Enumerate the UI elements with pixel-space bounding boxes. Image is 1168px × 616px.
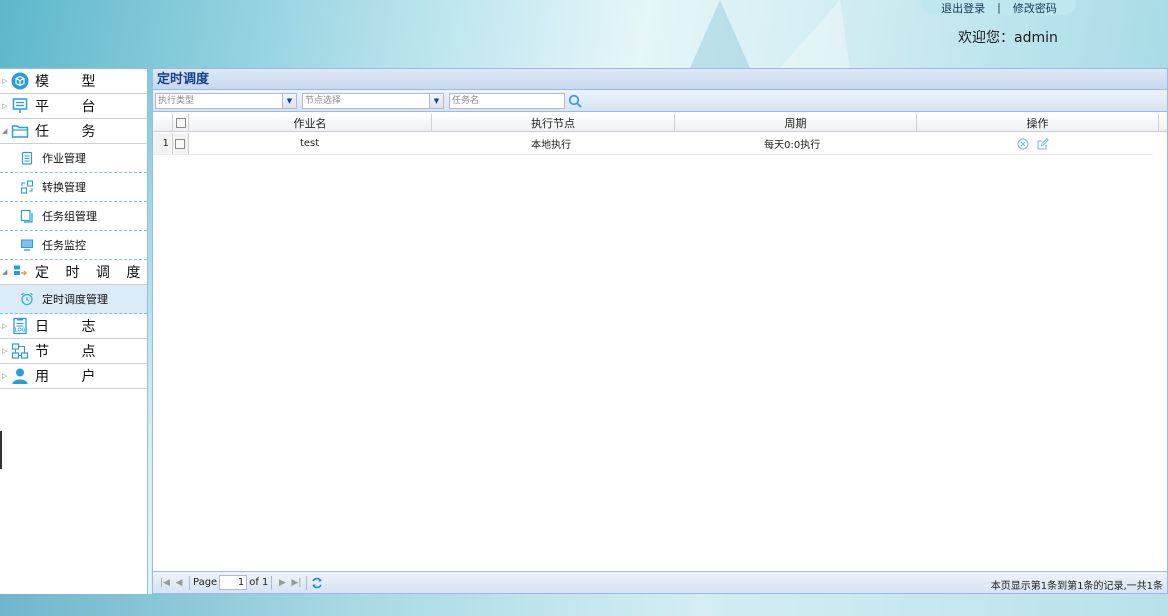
cell-operation: [912, 133, 1153, 154]
sidebar-item-label: 作业管理: [42, 152, 86, 165]
clipboard-icon: [20, 151, 34, 165]
page-label: Page: [193, 577, 218, 588]
sidebar-group-label: 节 点: [35, 344, 110, 360]
select-all-checkbox[interactable]: [175, 117, 186, 128]
node-icon: [11, 342, 29, 360]
pager-separator: [306, 575, 308, 590]
row-checkbox-cell: [172, 133, 189, 154]
filter-toolbar: 执行类型 ▼ 节点选择 ▼ 任务名: [153, 90, 1167, 112]
expanded-arrow-icon: ◢: [2, 268, 8, 276]
sidebar-item-transform-management[interactable]: 转换管理: [0, 173, 147, 202]
collapsed-arrow-icon: ▷: [2, 77, 8, 85]
row-number: 1: [153, 133, 173, 154]
next-page-icon[interactable]: ▶: [275, 576, 289, 590]
monitor-icon: [11, 97, 29, 115]
sidebar-item-label: 转换管理: [42, 181, 86, 194]
row-number-header: [153, 114, 173, 131]
sidebar-group-schedule[interactable]: ◢ 定 时 调 度: [0, 260, 147, 285]
node-select[interactable]: 节点选择 ▼: [302, 92, 444, 109]
cell-cycle: 每天0:0执行: [764, 140, 821, 151]
cell-job-name: test: [299, 138, 320, 149]
table-row[interactable]: 1 test 本地执行 每天0:0执行: [153, 133, 1153, 155]
expanded-arrow-icon: ◢: [2, 127, 8, 135]
node-select-placeholder: 节点选择: [305, 95, 342, 106]
cell-exec-node: 本地执行: [531, 140, 572, 151]
logout-link[interactable]: 退出登录: [941, 0, 985, 16]
delete-circle-icon[interactable]: [1017, 138, 1029, 150]
transform-icon: [20, 180, 34, 194]
prev-page-icon[interactable]: ◀: [172, 576, 186, 590]
banner-decoration: [690, 0, 750, 68]
panel-title: 定时调度: [153, 69, 1167, 90]
paging-status-text: 本页显示第1条到第1条的记录,一共1条: [990, 581, 1163, 592]
collapsed-arrow-icon: ▷: [2, 372, 8, 380]
link-separator: |: [997, 1, 1001, 14]
column-header-exec-node[interactable]: 执行节点: [432, 114, 675, 131]
schedule-panel: 定时调度 执行类型 ▼ 节点选择 ▼ 任务名 作业名 执行节点 周期 操作 1 …: [152, 68, 1168, 594]
welcome-text: 欢迎您：admin: [958, 30, 1058, 46]
sidebar-resize-handle[interactable]: [0, 431, 2, 469]
edit-icon[interactable]: [1037, 137, 1049, 150]
sidebar-group-log[interactable]: ▷ LOG 日 志: [0, 314, 147, 339]
sidebar-item-label: 任务监控: [42, 239, 86, 252]
collapsed-arrow-icon: ▷: [2, 102, 8, 110]
refresh-icon[interactable]: [310, 576, 324, 590]
sidebar: ▷ 模 型 ▷ 平 台 ◢ 任 务 作业管理 转换管理 任务组管理 任务监控 ◢…: [0, 68, 148, 594]
sidebar-group-platform[interactable]: ▷ 平 台: [0, 94, 147, 119]
pager-separator: [189, 575, 190, 590]
select-all-cell: [173, 114, 189, 131]
copy-icon: [20, 209, 34, 223]
exec-type-placeholder: 执行类型: [158, 95, 195, 106]
header-banner: 退出登录 | 修改密码 欢迎您：admin: [0, 0, 1168, 68]
paging-toolbar: |◀ ◀ Page 1 of 1 ▶ ▶| 本页显示第1条到第1条的记录,一共1…: [153, 571, 1167, 593]
last-page-icon[interactable]: ▶|: [289, 576, 303, 590]
pager-separator: [271, 575, 273, 590]
sidebar-group-label: 任 务: [35, 124, 110, 140]
alarm-clock-icon: [20, 292, 34, 306]
sidebar-item-label: 任务组管理: [42, 210, 97, 223]
column-header-job-name[interactable]: 作业名: [189, 114, 432, 131]
sidebar-item-job-management[interactable]: 作业管理: [0, 144, 147, 173]
task-name-input[interactable]: 任务名: [449, 92, 565, 109]
exec-type-select[interactable]: 执行类型 ▼: [155, 92, 297, 109]
top-links: 退出登录 | 修改密码: [922, 0, 1076, 15]
screen-icon: [20, 238, 34, 252]
sidebar-item-schedule-management[interactable]: 定时调度管理: [0, 285, 147, 314]
sidebar-item-task-group-management[interactable]: 任务组管理: [0, 202, 147, 231]
sidebar-group-label: 模 型: [35, 74, 110, 90]
search-icon[interactable]: [567, 93, 583, 109]
schedule-icon: [11, 263, 29, 281]
sidebar-group-user[interactable]: ▷ 用 户: [0, 364, 147, 389]
page-total-label: of 1: [249, 577, 269, 588]
banner-decoration: [780, 0, 850, 68]
page-number-input[interactable]: 1: [219, 575, 248, 590]
sidebar-group-model[interactable]: ▷ 模 型: [0, 69, 147, 94]
sidebar-group-node[interactable]: ▷ 节 点: [0, 339, 147, 364]
first-page-icon[interactable]: |◀: [158, 576, 172, 590]
column-header-operation[interactable]: 操作: [917, 114, 1159, 131]
grid-header: 作业名 执行节点 周期 操作: [153, 114, 1167, 132]
collapsed-arrow-icon: ▷: [2, 347, 8, 355]
chevron-down-icon[interactable]: ▼: [429, 93, 443, 108]
row-checkbox[interactable]: [175, 138, 186, 149]
sidebar-group-task[interactable]: ◢ 任 务: [0, 119, 147, 144]
log-icon: LOG: [11, 317, 29, 335]
collapsed-arrow-icon: ▷: [2, 322, 8, 330]
sidebar-item-label: 定时调度管理: [42, 293, 108, 306]
cube-icon: [11, 72, 29, 90]
sidebar-item-task-monitor[interactable]: 任务监控: [0, 231, 147, 260]
sidebar-group-label: 定 时 调 度: [35, 265, 147, 281]
sidebar-group-label: 用 户: [35, 369, 110, 385]
change-password-link[interactable]: 修改密码: [1013, 0, 1057, 16]
folder-icon: [11, 122, 29, 140]
user-icon: [11, 367, 29, 385]
sidebar-group-label: 平 台: [35, 99, 110, 115]
sidebar-group-label: 日 志: [35, 319, 110, 335]
chevron-down-icon[interactable]: ▼: [282, 93, 296, 108]
column-header-cycle[interactable]: 周期: [675, 114, 917, 131]
svg-text:LOG: LOG: [15, 328, 26, 334]
footer-background: [0, 594, 1168, 616]
